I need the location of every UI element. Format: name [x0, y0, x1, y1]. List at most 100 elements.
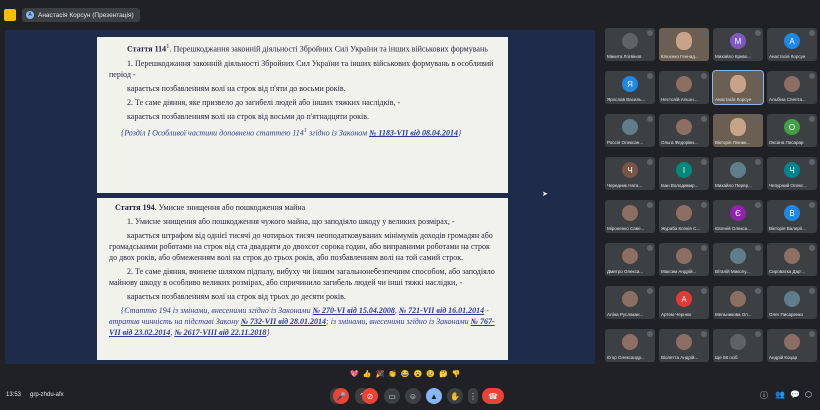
participant-name: Ще 58 осіб	[715, 355, 738, 360]
participant-tile[interactable]: Аліна Руслакан...	[605, 286, 655, 319]
participant-name: Клюєнко Геннад...	[661, 54, 699, 59]
participant-tile[interactable]: Мельникова Ол...	[713, 286, 763, 319]
more-options-button[interactable]: ⋮	[468, 388, 478, 404]
mic-muted-icon	[647, 288, 653, 294]
captions-button[interactable]: ▭	[384, 388, 400, 404]
article-194-p1: 1. Умисне знищення або пошкодження чужог…	[127, 217, 455, 226]
participant-tile[interactable]: Андрій Коцар	[767, 329, 817, 362]
info-icon[interactable]: ⓘ	[760, 390, 768, 401]
raise-hand-button[interactable]: ✋	[447, 388, 463, 404]
participant-tile[interactable]: Міроненко Саве...	[605, 200, 655, 233]
participant-name: Вікторія Лінник...	[715, 140, 750, 145]
avatar: Ч	[622, 162, 638, 178]
participant-tile[interactable]: М Михайло Криво...	[713, 28, 763, 61]
participant-tile[interactable]: Максим Андрій...	[659, 243, 709, 276]
article-114-title: Стаття 114	[127, 44, 167, 54]
participant-tile[interactable]: Є Євгеній Олекса...	[713, 200, 763, 233]
avatar	[622, 291, 638, 307]
participant-name: Микита Логвінов	[607, 54, 642, 59]
mic-muted-icon	[701, 116, 707, 122]
avatar	[676, 76, 692, 92]
mic-muted-icon	[647, 73, 653, 79]
article-114-p2: карається позбавленням волі на строк від…	[127, 83, 346, 93]
participant-tile[interactable]: Клюєнко Геннад...	[659, 28, 709, 61]
mic-muted-icon	[701, 73, 707, 79]
participant-tile[interactable]: Ч Чередник Ната...	[605, 157, 655, 190]
law-link-1183[interactable]: № 1183-VII від 08.04.2014	[369, 128, 458, 137]
reactions-button[interactable]: ☺	[405, 388, 421, 404]
law-link-721[interactable]: № 721-VII від 16.01.2014	[399, 306, 484, 315]
participant-name: Єгор Олександр...	[607, 355, 645, 360]
participant-name: Олег Писаренко	[769, 312, 803, 317]
presentation-indicator-icon[interactable]	[4, 9, 16, 21]
activities-icon[interactable]: ⬡	[805, 390, 812, 399]
participant-name: Мельникова Ол...	[715, 312, 752, 317]
law-link-732[interactable]: № 732-VII від 28.01.2014	[241, 317, 326, 326]
meeting-code[interactable]: grp-zhdu-afx	[30, 392, 64, 398]
participant-name: Чередник Ната...	[607, 183, 643, 188]
participant-name: Євгеній Олекса...	[715, 226, 752, 231]
avatar: А	[784, 33, 800, 49]
participant-name: Сироватка Дар'...	[769, 269, 806, 274]
participant-tile[interactable]: О Оксана Писарар	[767, 114, 817, 147]
participant-name: Альбіна Спелта...	[769, 97, 806, 102]
note-end: }	[457, 128, 462, 138]
participant-tile[interactable]: Вікторія Лінник...	[713, 114, 763, 147]
participant-tile[interactable]: Олег Писаренко	[767, 286, 817, 319]
participant-tile[interactable]: Сироватка Дар'...	[767, 243, 817, 276]
camera-off-button[interactable]: ⊘	[362, 388, 378, 404]
participant-tile[interactable]: В Вікторія Валерії...	[767, 200, 817, 233]
participant-video	[730, 118, 746, 136]
participant-tile[interactable]: Віолетта Андрій...	[659, 329, 709, 362]
presenter-chip[interactable]: А Анастасія Корсун (Презентація)	[22, 8, 140, 22]
participant-name: Максим Андрій...	[661, 269, 697, 274]
law-link-270[interactable]: № 270-VI від 15.04.2008	[313, 306, 395, 315]
participant-name: Дмитро Олекса...	[607, 269, 644, 274]
participant-tile[interactable]: Анастасія Корсун	[712, 70, 764, 105]
participant-tile[interactable]: Микита Логвінов	[605, 28, 655, 61]
note-end: }	[266, 328, 270, 337]
participant-tile[interactable]: Нестолій Альон...	[659, 71, 709, 104]
mic-muted-icon	[809, 116, 815, 122]
present-button[interactable]: ▲	[426, 388, 442, 404]
participant-tile[interactable]: Єгор Олександр...	[605, 329, 655, 362]
mic-muted-icon	[809, 288, 815, 294]
participant-tile[interactable]: І Іван Володимир...	[659, 157, 709, 190]
article-194-p4: карається позбавленням волі на строк від…	[127, 292, 346, 301]
article-194-p2: карається штрафом від однієї тисячі до ч…	[109, 231, 493, 262]
participant-tile[interactable]: Я Ярослав Василь...	[605, 71, 655, 104]
participant-tile[interactable]: Ще 58 осіб	[713, 329, 763, 362]
mic-muted-icon	[701, 202, 707, 208]
mic-off-button[interactable]: 🎤	[333, 388, 349, 404]
participant-tile[interactable]: Жураба Ксенія С...	[659, 200, 709, 233]
avatar	[730, 162, 746, 178]
mic-muted-icon	[755, 159, 761, 165]
participants-grid: Микита Логвінов Клюєнко Геннад... М Михайло…	[600, 26, 820, 376]
participant-tile[interactable]: Дмитро Олекса...	[605, 243, 655, 276]
article-114-block: Стаття 114 1. Перешкоджання законній діял…	[97, 37, 508, 193]
mic-muted-icon	[755, 245, 761, 251]
participant-tile[interactable]: Михайло Перер...	[713, 157, 763, 190]
participant-name: Жураба Ксенія С...	[661, 226, 701, 231]
avatar	[622, 248, 638, 264]
clock: 13:53	[6, 392, 22, 398]
mic-muted-icon	[755, 288, 761, 294]
avatar	[784, 291, 800, 307]
participant-tile[interactable]: Віталій Миколу...	[713, 243, 763, 276]
participant-tile[interactable]: Ч Чепурний Олекс...	[767, 157, 817, 190]
article-114-p3: 2. Те саме діяння, яке призвело до загиб…	[127, 97, 401, 107]
participant-tile[interactable]: Альбіна Спелта...	[767, 71, 817, 104]
people-icon[interactable]: 👥	[775, 390, 785, 399]
participant-tile[interactable]: А Артем Чернюк	[659, 286, 709, 319]
avatar	[784, 248, 800, 264]
participant-tile[interactable]: Россія Олексан...	[605, 114, 655, 147]
leave-call-button[interactable]: ☎	[482, 388, 504, 404]
article-194-heading-text: Умисне знищення або пошкодження майна	[156, 203, 306, 212]
participant-name: Аліна Руслакан...	[607, 312, 644, 317]
participant-tile[interactable]: Ольга Федорівн...	[659, 114, 709, 147]
participant-name: Артем Чернюк	[661, 312, 692, 317]
participant-tile[interactable]: А Анастасія Корсун	[767, 28, 817, 61]
article-194-block: Стаття 194. Умисне знищення або пошкодже…	[97, 198, 508, 360]
chat-icon[interactable]: 💬	[790, 390, 800, 399]
law-link-2617[interactable]: № 2617-VIII від 22.11.2018	[174, 328, 266, 337]
